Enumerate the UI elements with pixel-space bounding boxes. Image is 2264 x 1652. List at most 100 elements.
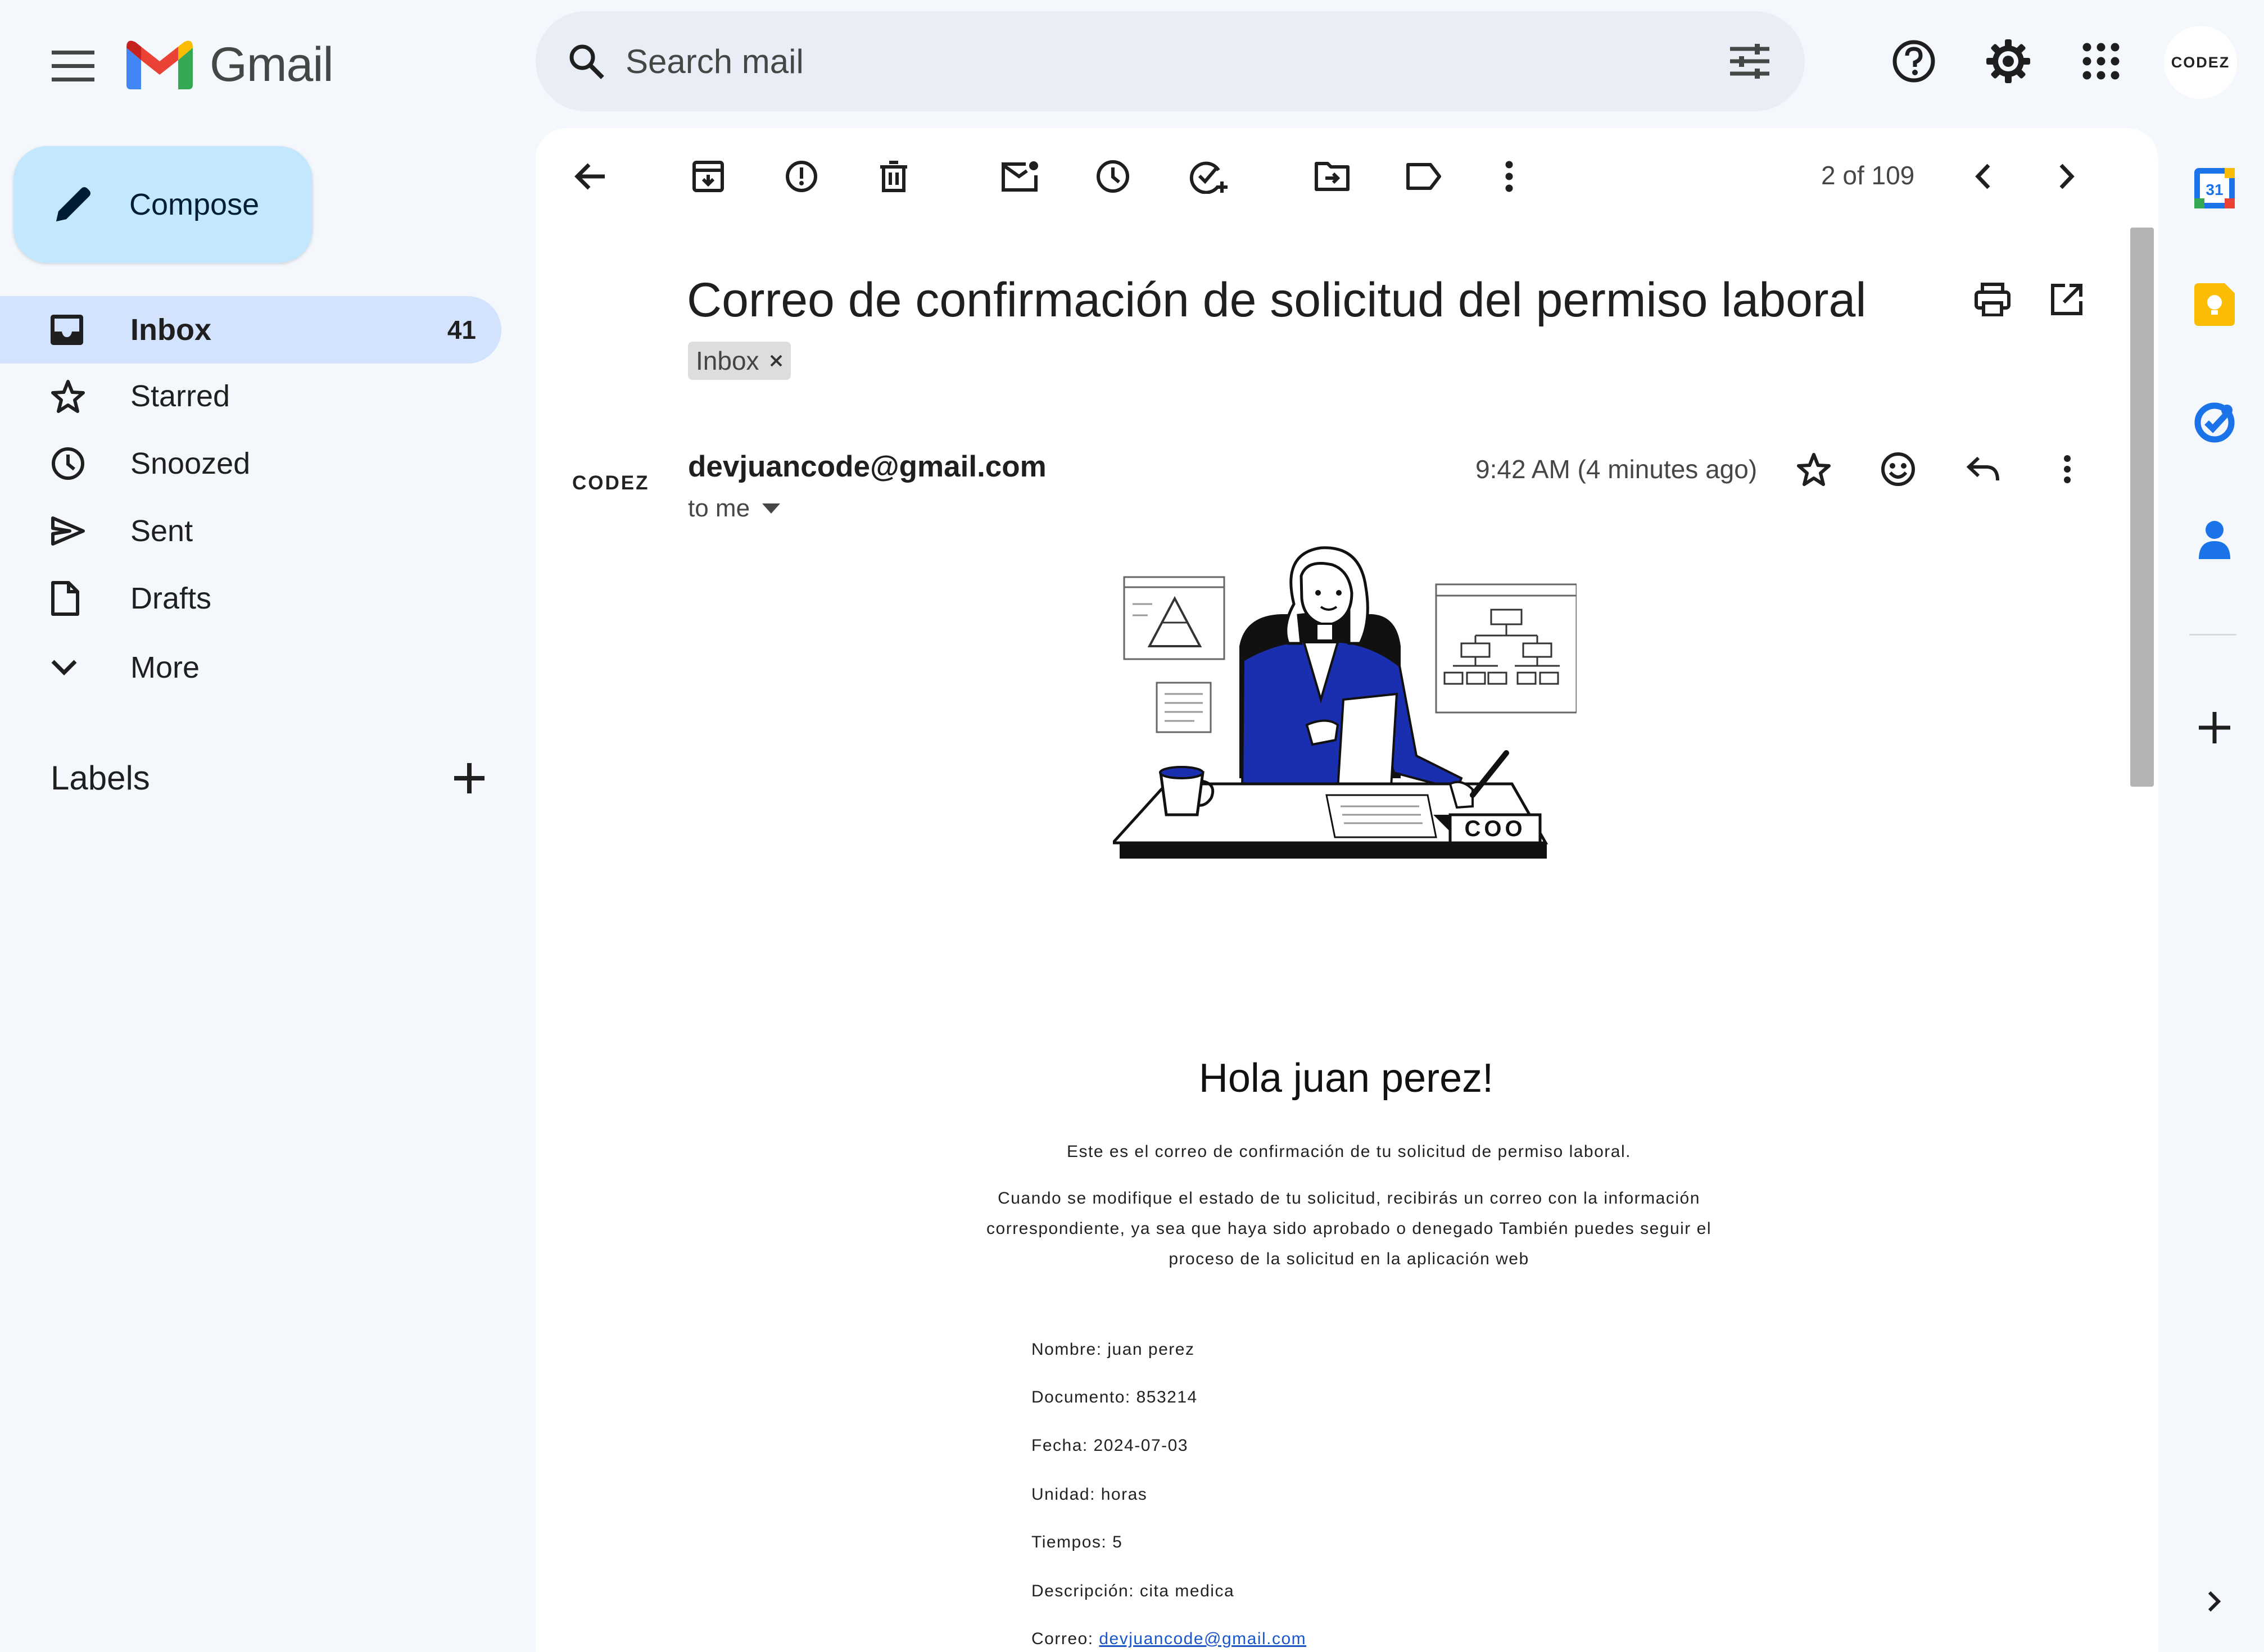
search-input[interactable] [626, 11, 1637, 111]
plus-icon [2199, 712, 2230, 743]
close-icon[interactable] [769, 354, 783, 367]
send-icon [51, 516, 85, 546]
chevron-left-icon [1975, 164, 1990, 189]
archive-button[interactable] [674, 143, 742, 210]
detail-tiempos: Tiempos: 5 [1031, 1533, 1123, 1551]
sidebar-item-snoozed[interactable]: Snoozed [0, 430, 501, 497]
sidebar-item-sent[interactable]: Sent [0, 497, 501, 565]
create-label-button[interactable] [438, 747, 500, 809]
detail-correo-label: Correo: [1031, 1630, 1099, 1648]
chevron-right-icon [2208, 1591, 2221, 1612]
pencil-icon [56, 187, 90, 221]
contacts-app-button[interactable] [2181, 506, 2248, 573]
detail-documento: Documento: 853214 [1031, 1388, 1198, 1406]
email-greeting: Hola juan perez! [1198, 1056, 1494, 1101]
inbox-icon [51, 315, 83, 345]
newer-button[interactable] [1949, 143, 2017, 210]
mark-unread-button[interactable] [986, 143, 1054, 210]
chevron-down-icon [51, 660, 77, 675]
account-avatar[interactable]: CODEZ [2164, 26, 2237, 99]
calendar-icon: 31 [2194, 168, 2235, 208]
mark-unread-icon [1002, 161, 1038, 192]
sidebar-item-more[interactable]: More [0, 634, 501, 701]
recipient-details[interactable]: to me [688, 494, 781, 523]
tasks-icon [2194, 402, 2235, 443]
gear-icon [1986, 39, 2030, 83]
label-chip-inbox[interactable]: Inbox [688, 342, 791, 380]
chevron-right-icon [2059, 164, 2075, 189]
open-new-window-button[interactable] [2036, 269, 2098, 330]
report-spam-button[interactable] [768, 143, 835, 210]
sidebar-item-drafts[interactable]: Drafts [0, 565, 501, 632]
sidebar-item-label: Starred [130, 379, 230, 413]
clock-icon [1097, 160, 1129, 193]
email-paragraph: Cuando se modifique el estado de tu soli… [986, 1189, 1711, 1268]
reply-icon [1966, 456, 1999, 481]
move-to-button[interactable] [1298, 143, 1366, 210]
caret-down-icon [762, 503, 781, 514]
support-button[interactable] [1877, 25, 1950, 98]
hamburger-icon [52, 51, 94, 81]
google-apps-button[interactable] [2064, 25, 2138, 98]
email-link[interactable]: devjuancode@gmail.com [1099, 1630, 1306, 1648]
sidebar-item-label: More [130, 651, 200, 684]
detail-correo: Correo: devjuancode@gmail.com [1031, 1630, 1306, 1649]
label-chip-text: Inbox [696, 346, 759, 375]
snooze-button[interactable] [1079, 143, 1147, 210]
tasks-app-button[interactable] [2181, 389, 2248, 456]
more-vert-icon [2064, 455, 2071, 483]
keep-app-button[interactable] [2181, 271, 2248, 338]
app-name: Gmail [210, 37, 334, 92]
reply-button[interactable] [1952, 438, 2014, 500]
sidebar-item-label: Sent [130, 514, 193, 548]
star-message-button[interactable] [1783, 438, 1845, 500]
search-bar[interactable] [536, 11, 1805, 111]
trash-icon [880, 161, 907, 192]
detail-descripcion: Descripción: cita medica [1031, 1582, 1235, 1600]
calendar-app-button[interactable]: 31 [2181, 155, 2248, 222]
svg-text:31: 31 [2206, 181, 2223, 198]
back-button[interactable] [556, 143, 624, 210]
search-options-button[interactable] [1722, 33, 1778, 89]
archive-icon [692, 161, 724, 192]
compose-button[interactable]: Compose [13, 146, 313, 263]
sidebar-item-label: Snoozed [130, 447, 251, 480]
settings-button[interactable] [1972, 25, 2045, 98]
open-in-new-icon [2051, 284, 2082, 315]
message-scrollbar[interactable] [2130, 228, 2154, 787]
arrow-back-icon [574, 163, 605, 190]
search-button[interactable] [558, 33, 614, 89]
search-icon [569, 44, 604, 79]
labels-heading: Labels [51, 759, 150, 797]
more-vert-icon [1505, 161, 1513, 192]
hide-side-panel-button[interactable] [2181, 1568, 2248, 1635]
add-reaction-button[interactable] [1867, 438, 1929, 500]
pagination-text: 2 of 109 [1821, 161, 1915, 190]
rail-divider [2189, 634, 2236, 636]
email-paragraph: Este es el correo de confirmación de tu … [1067, 1142, 1631, 1161]
sidebar-item-starred[interactable]: Starred [0, 362, 501, 430]
more-actions-button[interactable] [1475, 143, 1543, 210]
gmail-logo[interactable]: Gmail [126, 34, 334, 96]
older-button[interactable] [2033, 143, 2100, 210]
sidebar-item-label: Drafts [130, 582, 212, 615]
help-icon [1892, 40, 1935, 83]
unread-count: 41 [447, 315, 476, 344]
name-plate-text: COO [1464, 816, 1525, 841]
labels-button[interactable] [1390, 143, 1457, 210]
get-addons-button[interactable] [2181, 694, 2248, 761]
message-subject: Correo de confirmación de solicitud del … [687, 273, 1867, 327]
sender-avatar[interactable]: CODEZ [572, 472, 650, 494]
apps-grid-icon [2082, 43, 2120, 80]
print-all-button[interactable] [1962, 269, 2023, 330]
add-to-tasks-button[interactable] [1175, 143, 1242, 210]
main-menu-button[interactable] [39, 33, 107, 100]
sidebar-item-inbox[interactable]: Inbox 41 [0, 296, 501, 364]
detail-nombre: Nombre: juan perez [1031, 1340, 1195, 1359]
plus-icon [454, 763, 485, 793]
add-task-icon [1189, 161, 1228, 194]
sender-email[interactable]: devjuancode@gmail.com [688, 450, 1047, 484]
contacts-icon [2199, 521, 2230, 559]
delete-button[interactable] [860, 143, 927, 210]
message-more-button[interactable] [2036, 438, 2098, 500]
